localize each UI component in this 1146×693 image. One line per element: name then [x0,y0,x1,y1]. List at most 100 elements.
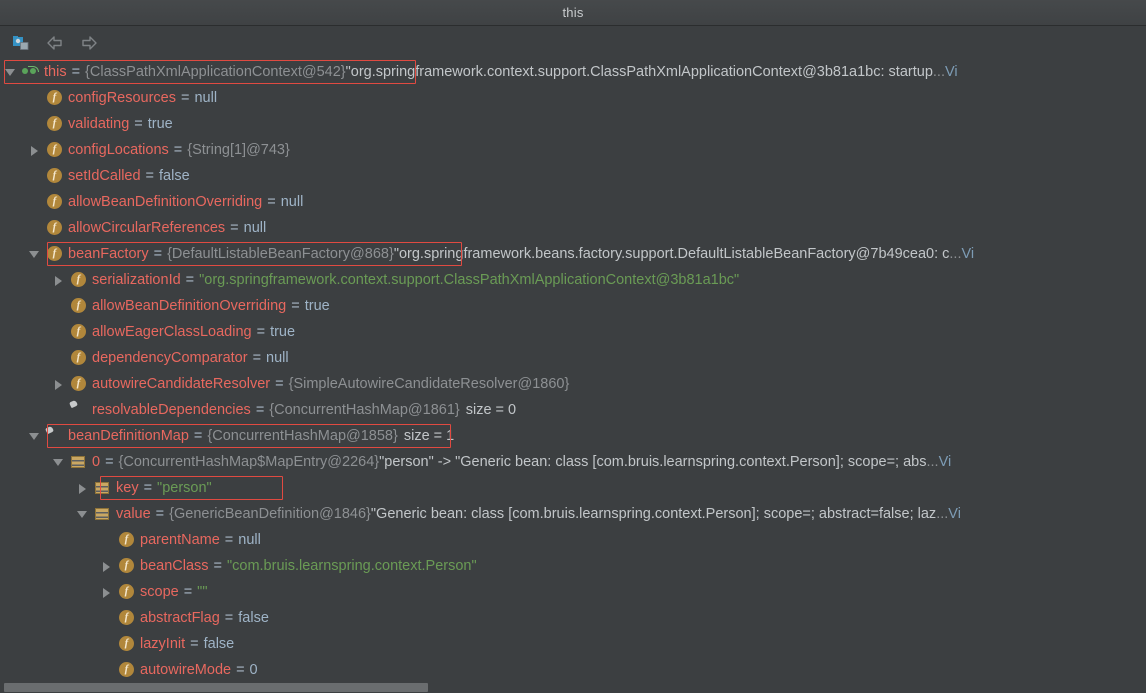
object-reference: {DefaultListableBeanFactory@868} [167,246,394,262]
variable-name: allowEagerClassLoading [92,324,252,340]
variable-name: allowBeanDefinitionOverriding [92,298,287,314]
variable-name: value [116,506,151,522]
variable-value: true [304,298,330,314]
variable-value: false [159,168,190,184]
tree-row[interactable]: lazyInit=false [0,631,1146,657]
tree-row[interactable]: beanFactory={DefaultListableBeanFactory@… [0,241,1146,267]
variable-name: setIdCalled [68,168,141,184]
tree-row[interactable]: key = "person" [0,475,1146,501]
forward-button[interactable] [76,31,102,55]
tree-row[interactable]: serializationId="org.springframework.con… [0,267,1146,293]
tree-row[interactable]: beanDefinitionMap = {ConcurrentHashMap@185… [0,423,1146,449]
field-icon [70,323,87,341]
view-link[interactable]: Vi [939,449,952,475]
tree-row[interactable]: validating=true [0,111,1146,137]
tree-row[interactable]: beanClass="com.bruis.learnspring.context… [0,553,1146,579]
equals-sign: = [193,428,203,444]
variables-tree[interactable]: this = {ClassPathXmlApplicationContext@542… [0,59,1146,693]
chevron-right-icon[interactable] [76,481,90,495]
variable-value: "Generic bean: class [com.bruis.learnspr… [370,506,937,522]
tree-row[interactable]: allowBeanDefinitionOverriding=null [0,189,1146,215]
tree-row[interactable]: configLocations={String[1]@743} [0,137,1146,163]
this-icon [22,64,39,81]
equals-sign: = [291,298,300,314]
horizontal-scrollbar-thumb[interactable] [4,683,428,692]
variable-name: autowireMode [140,662,232,678]
back-button[interactable] [42,31,68,55]
variable-value: "person" [157,480,212,496]
variable-name: beanDefinitionMap [68,428,189,444]
tree-row[interactable]: dependencyComparator=null [0,345,1146,371]
tree-row[interactable]: configResources =null [0,85,1146,111]
field-icon [118,635,135,653]
equals-sign: = [230,220,239,236]
tree-row[interactable]: this = {ClassPathXmlApplicationContext@542… [0,59,1146,85]
equals-sign: = [275,376,284,392]
equals-sign: = [185,272,195,288]
equals-sign: = [173,142,183,158]
tree-row[interactable]: setIdCalled=false [0,163,1146,189]
tree-row[interactable]: autowireMode=0 [0,657,1146,683]
chevron-down-icon[interactable] [28,429,42,443]
tree-row[interactable]: autowireCandidateResolver={SimpleAutowir… [0,371,1146,397]
variable-name: allowCircularReferences [68,220,226,236]
variable-name: configLocations [68,142,169,158]
tree-row[interactable]: resolvableDependencies = {ConcurrentHashMa… [0,397,1146,423]
variable-name: validating [68,116,130,132]
field-icon [70,297,87,315]
tree-row[interactable]: scope="" [0,579,1146,605]
variable-name: this [44,64,67,80]
tree-row[interactable]: allowCircularReferences=null [0,215,1146,241]
object-reference: {ConcurrentHashMap@1858} [207,428,398,444]
variable-value: false [238,610,269,626]
variable-value: "" [197,584,208,600]
variable-value: "com.bruis.learnspring.context.Person" [226,558,477,574]
equals-sign: = [145,168,155,184]
horizontal-scrollbar[interactable] [0,681,1146,693]
view-link[interactable]: Vi [948,501,961,527]
collection-size: size = 0 [465,402,517,418]
window-title-bar: this [0,0,1146,26]
variable-value: false [203,636,235,652]
variable-name: parentName [140,532,220,548]
equals-sign: = [255,402,265,418]
chevron-right-icon[interactable] [28,143,42,157]
equals-sign: = [256,324,266,340]
chevron-right-icon[interactable] [52,273,66,287]
tree-row[interactable]: 0 = {ConcurrentHashMap$MapEntry@2264} "per… [0,449,1146,475]
tree-row[interactable]: allowEagerClassLoading=true [0,319,1146,345]
chevron-down-icon[interactable] [28,247,42,261]
tree-row[interactable]: abstractFlag=false [0,605,1146,631]
chevron-down-icon[interactable] [76,507,90,521]
field-icon [118,661,135,679]
chevron-down-icon[interactable] [52,455,66,469]
map-field-icon [46,428,63,445]
chevron-right-icon[interactable] [100,559,114,573]
field-icon [70,375,87,393]
equals-sign: = [71,64,81,80]
field-icon [118,557,135,575]
object-reference: {GenericBeanDefinition@1846} [169,506,371,522]
inspect-button[interactable] [8,31,34,55]
view-link[interactable]: Vi [945,59,958,85]
chevron-right-icon[interactable] [52,377,66,391]
equals-sign: = [252,350,262,366]
equals-sign: = [267,194,276,210]
equals-sign: = [134,116,143,132]
chevron-down-icon[interactable] [4,65,18,79]
chevron-right-icon[interactable] [100,585,114,599]
tree-row[interactable]: value = {GenericBeanDefinition@1846} "Gene… [0,501,1146,527]
field-icon [70,271,87,289]
view-link[interactable]: Vi [962,241,975,267]
equals-sign: = [181,90,190,106]
tree-row[interactable]: allowBeanDefinitionOverriding=true [0,293,1146,319]
tree-row[interactable]: parentName=null [0,527,1146,553]
